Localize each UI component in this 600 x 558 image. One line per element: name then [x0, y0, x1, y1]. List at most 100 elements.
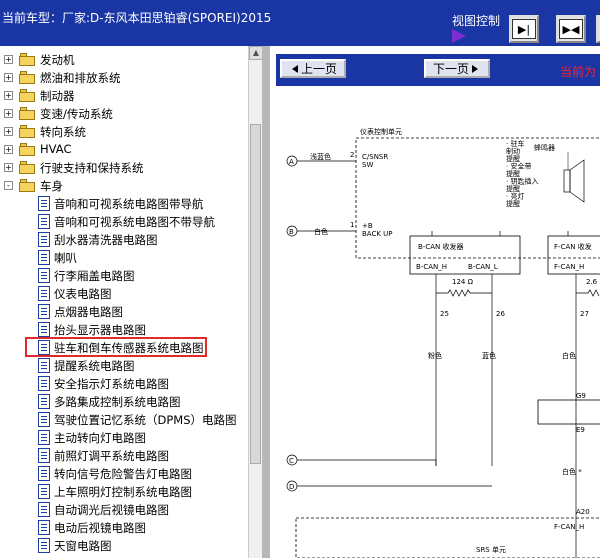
tree-leaf[interactable]: 音响和可视系统电路图带导航: [28, 195, 244, 213]
tree-leaf[interactable]: 行李厢盖电路图: [28, 267, 244, 285]
tree-leaf[interactable]: 自动调光后视镜电路图: [28, 501, 244, 519]
expand-toggle-icon[interactable]: +: [4, 163, 13, 172]
prev-page-button[interactable]: 上一页: [280, 59, 346, 78]
tree-category[interactable]: + 制动器: [4, 87, 244, 105]
tree-panel: + 发动机 + 燃油和排放系统 + 制动器 + 变速/传动系统 + 转向系统 + HVAC + 行驶支持和…: [0, 46, 248, 558]
tree-leaf[interactable]: 上车照明灯控制系统电路图: [28, 483, 244, 501]
folder-icon: [19, 89, 36, 103]
resistor-1-value: 124 Ω: [452, 278, 474, 286]
instrument-unit-box: [355, 137, 600, 259]
fcan-h-label: F-CAN_H: [554, 263, 584, 271]
tree-leaf-label: 多路集成控制系统电路图: [54, 395, 181, 409]
vehicle-title: 当前车型：厂家:D-东风本田思铂睿(SPOREI)2015: [2, 11, 272, 25]
tree-leaf[interactable]: 转向信号危险警告灯电路图: [28, 465, 244, 483]
bcan-l-label: B-CAN_L: [468, 263, 498, 271]
expand-toggle-icon[interactable]: +: [4, 55, 13, 64]
document-icon: [38, 268, 50, 283]
tree-leaf-label: 行李厢盖电路图: [54, 269, 135, 283]
tree-leaf-label: 音响和可视系统电路图带导航: [54, 197, 204, 211]
tree-leaf-label: 安全指示灯系统电路图: [54, 377, 169, 391]
folder-icon: [19, 71, 36, 85]
tree-category[interactable]: + 发动机: [4, 51, 244, 69]
split-view-button[interactable]: ▶◀: [556, 15, 586, 43]
reminder-note: 提醒: [506, 199, 520, 208]
expand-toggle-icon[interactable]: +: [4, 127, 13, 136]
buzzer-label: 蜂鸣器: [534, 143, 555, 152]
tree-leaf[interactable]: 前照灯调平系统电路图: [28, 447, 244, 465]
expand-toggle-icon[interactable]: +: [4, 91, 13, 100]
tree-scrollbar[interactable]: ▲: [248, 46, 263, 558]
pin-1: 1: [350, 221, 354, 229]
next-page-label: 下一页: [432, 62, 469, 76]
extra-view-button[interactable]: [596, 15, 600, 43]
tree-leaf-label: 主动转向灯电路图: [54, 431, 146, 445]
tree-leaf-label: 刮水器清洗器电路图: [54, 233, 158, 247]
top-bar: 当前车型：厂家:D-东风本田思铂睿(SPOREI)2015 视图控制 ▶| ▶◀: [0, 0, 600, 46]
document-icon: [38, 466, 50, 481]
tree-leaf[interactable]: 音响和可视系统电路图不带导航: [28, 213, 244, 231]
wire-a-color: 浅蓝色: [310, 152, 331, 161]
tree-category-label: 转向系统: [40, 125, 86, 139]
tree-category[interactable]: + 燃油和排放系统: [4, 69, 244, 87]
tree-leaf-label: 电动后视镜电路图: [54, 521, 146, 535]
folder-icon: [19, 125, 36, 139]
document-icon: [38, 358, 50, 373]
tree-category[interactable]: + 转向系统: [4, 123, 244, 141]
buzzer-icon: [563, 169, 571, 193]
expand-toggle-icon[interactable]: +: [4, 109, 13, 118]
tree-leaf[interactable]: 多路集成控制系统电路图: [28, 393, 244, 411]
bcan-h-label: B-CAN_H: [416, 263, 447, 271]
scroll-thumb[interactable]: [250, 124, 261, 464]
tree-leaf[interactable]: 刮水器清洗器电路图: [28, 231, 244, 249]
tree-leaf[interactable]: 喇叭: [28, 249, 244, 267]
document-icon: [38, 502, 50, 517]
document-icon: [38, 250, 50, 265]
connector-a-label: A: [289, 158, 294, 166]
scroll-up-icon[interactable]: ▲: [249, 46, 263, 60]
wire-white-star: 白色 *: [562, 467, 582, 476]
content-panel: 上一页 下一页 当前为 仪表控制单元 A 浅蓝色 2 C/SNSR SW B 白…: [270, 46, 600, 558]
tree-leaf[interactable]: 安全指示灯系统电路图: [28, 375, 244, 393]
tree-leaf[interactable]: 电动后视镜电路图: [28, 519, 244, 537]
connector-d-label: D: [289, 483, 294, 491]
expand-toggle-icon[interactable]: -: [4, 181, 13, 190]
expand-toggle-icon[interactable]: +: [4, 145, 13, 154]
tree-leaf-label: 音响和可视系统电路图不带导航: [54, 215, 215, 229]
pin-26: 26: [496, 310, 505, 318]
resistor-2-value: 2.6: [586, 278, 598, 286]
prev-arrow-icon: [291, 64, 298, 73]
panel-splitter[interactable]: [262, 46, 270, 558]
pin-e9: E9: [576, 426, 585, 434]
collapse-left-icon: ▶|: [512, 19, 536, 39]
document-icon: [38, 484, 50, 499]
expand-toggle-icon[interactable]: +: [4, 73, 13, 82]
tree-category[interactable]: + 变速/传动系统: [4, 105, 244, 123]
next-page-button[interactable]: 下一页: [424, 59, 490, 78]
prev-page-label: 上一页: [300, 62, 337, 76]
tree-leaf[interactable]: 主动转向灯电路图: [28, 429, 244, 447]
resistor-1-icon: [436, 289, 492, 297]
tree-category-label: 制动器: [40, 89, 75, 103]
folder-icon: [19, 107, 36, 121]
collapse-left-button[interactable]: ▶|: [509, 15, 539, 43]
current-page-text: 当前为: [559, 65, 596, 79]
connector-b-label: B: [289, 228, 294, 236]
plusb-label: +B: [362, 222, 373, 230]
folder-icon: [19, 179, 36, 193]
tree-leaf[interactable]: 点烟器电路图: [28, 303, 244, 321]
tree-leaf[interactable]: 提醒系统电路图: [28, 357, 244, 375]
pin-g9: G9: [576, 392, 586, 400]
fcan-label: F-CAN 收发: [554, 242, 592, 251]
bcan-label: B-CAN 收发器: [418, 242, 463, 251]
folder-icon: [19, 53, 36, 67]
tree-category[interactable]: + 行驶支持和保持系统: [4, 159, 244, 177]
tree-category[interactable]: + HVAC: [4, 141, 244, 159]
tree-category[interactable]: - 车身: [4, 177, 244, 195]
tree-leaf-label: 喇叭: [54, 251, 77, 265]
pin-25: 25: [440, 310, 449, 318]
tree-leaf[interactable]: 驾驶位置记忆系统（DPMS）电路图: [28, 411, 244, 429]
tree-leaf[interactable]: 天窗电路图: [28, 537, 244, 555]
tree-leaf[interactable]: 仪表电路图: [28, 285, 244, 303]
tree-category-label: 变速/传动系统: [40, 107, 113, 121]
document-icon: [38, 232, 50, 247]
